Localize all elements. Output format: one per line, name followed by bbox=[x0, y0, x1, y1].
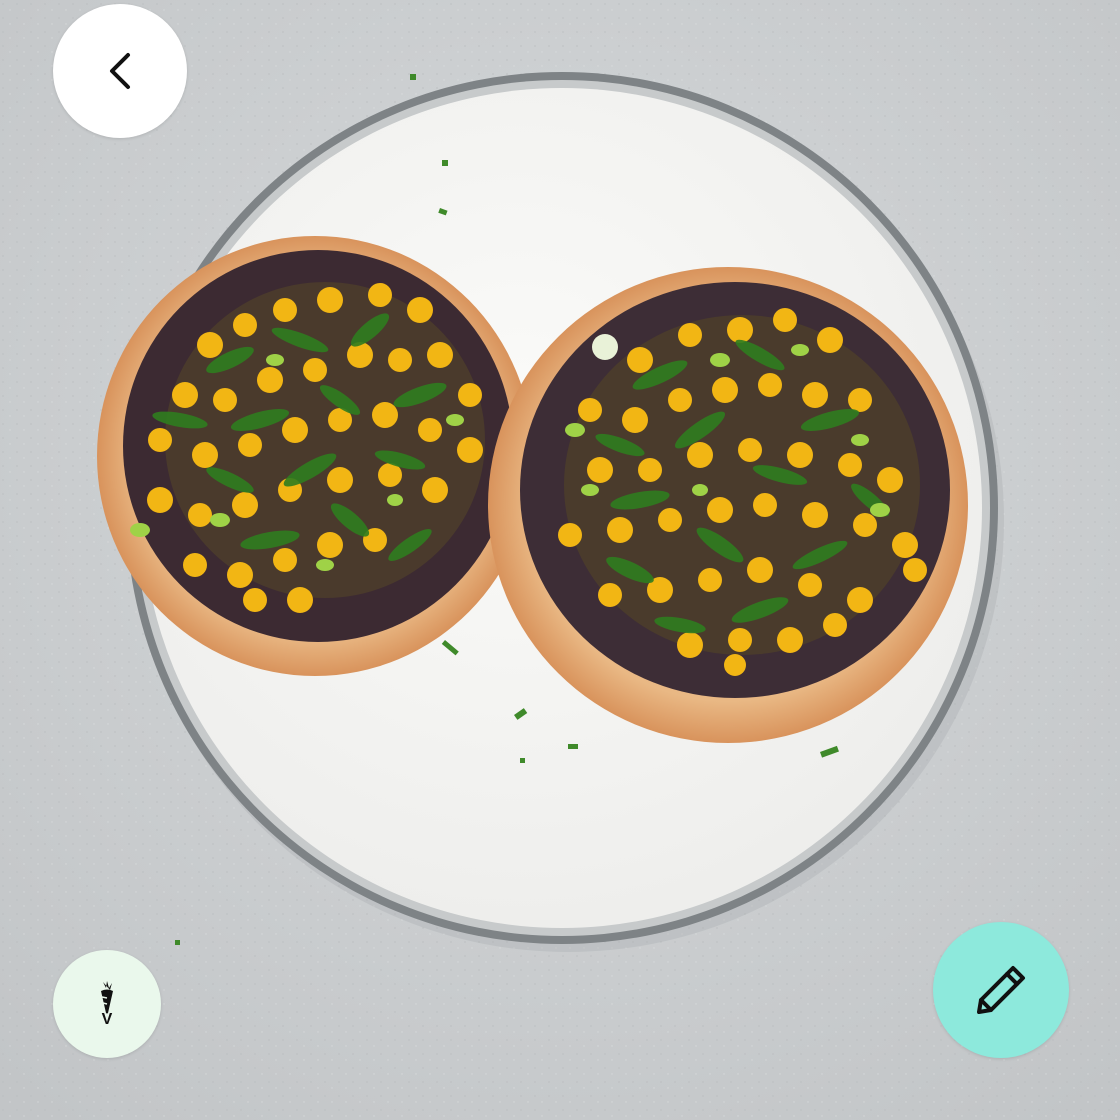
diet-badge: V bbox=[53, 950, 161, 1058]
pencil-icon bbox=[977, 966, 1025, 1014]
carrot-icon bbox=[101, 981, 113, 1014]
chevron-left-icon bbox=[110, 53, 130, 89]
tostada-right bbox=[488, 267, 968, 743]
back-button[interactable] bbox=[53, 4, 187, 138]
edit-button[interactable] bbox=[933, 922, 1069, 1058]
diet-badge-label: V bbox=[101, 1011, 113, 1028]
tostada-left bbox=[97, 236, 533, 676]
